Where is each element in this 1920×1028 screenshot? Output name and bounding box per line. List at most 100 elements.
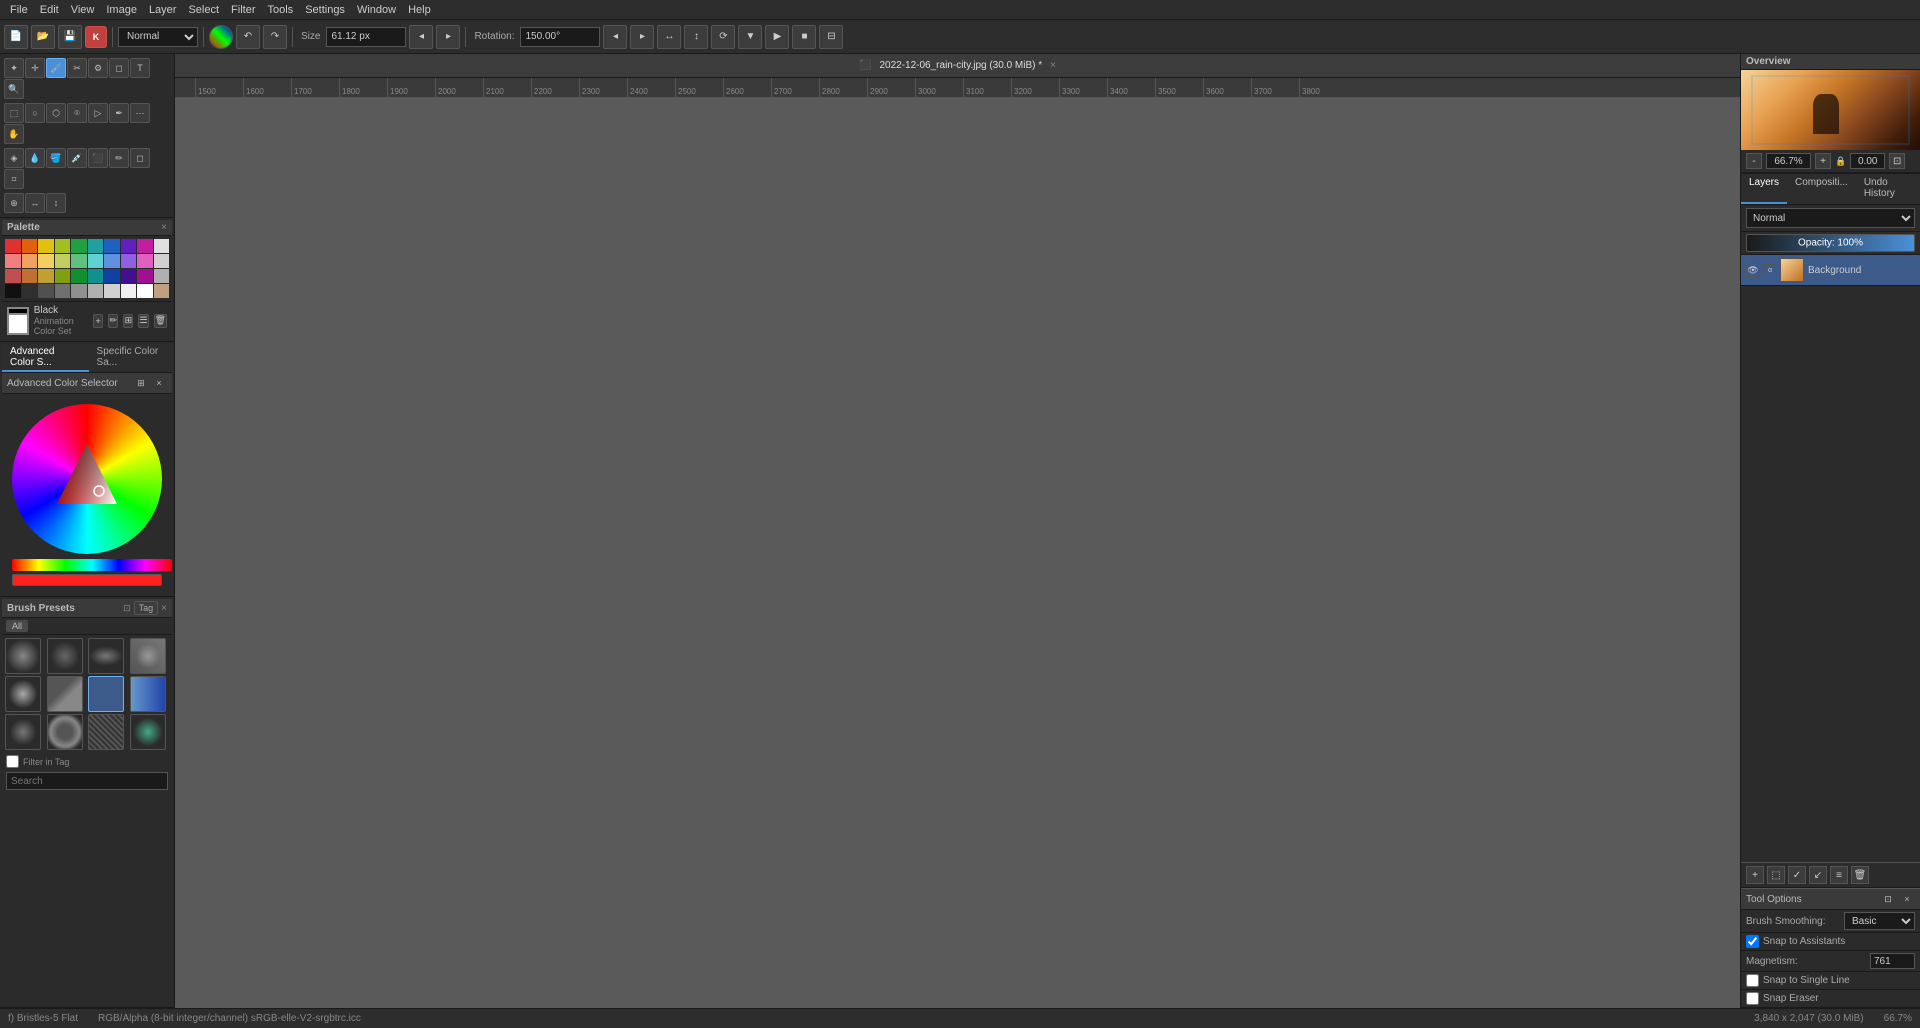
palette-swatch[interactable] <box>5 254 21 268</box>
zoom-tool[interactable]: 🔍 <box>4 79 24 99</box>
filter-in-tag-checkbox[interactable] <box>6 755 19 768</box>
menu-file[interactable]: File <box>4 0 34 19</box>
move-tool[interactable]: ✛ <box>25 58 45 78</box>
brush-item-7[interactable] <box>88 676 124 712</box>
brush-item-2[interactable] <box>47 638 83 674</box>
magnetism-input[interactable] <box>1870 953 1915 969</box>
palette-swatch[interactable] <box>38 239 54 253</box>
transform-tool[interactable]: ✦ <box>4 58 24 78</box>
brush-item-4[interactable] <box>130 638 166 674</box>
layers-tab[interactable]: Layers <box>1741 174 1787 204</box>
brush-item-6[interactable] <box>47 676 83 712</box>
undo-btn[interactable]: ↶ <box>236 25 260 49</box>
palette-swatch[interactable] <box>104 269 120 283</box>
brush-presets-close[interactable]: × <box>161 603 167 614</box>
brush-filter-all-tag[interactable]: All <box>6 620 28 632</box>
brush-item-12[interactable] <box>130 714 166 750</box>
menu-tools[interactable]: Tools <box>262 0 300 19</box>
select-rect-tool[interactable]: ⬚ <box>4 103 24 123</box>
palette-swatch[interactable] <box>121 254 137 268</box>
palette-swatch[interactable] <box>154 269 170 283</box>
frame-btn[interactable]: ⊟ <box>819 25 843 49</box>
palette-swatch[interactable] <box>154 239 170 253</box>
tool-options-expand-btn[interactable]: ⊡ <box>1880 891 1896 907</box>
palette-swatch[interactable] <box>38 284 54 298</box>
shape-tool[interactable]: ◻ <box>109 58 129 78</box>
select-poly-tool[interactable]: ⬡ <box>46 103 66 123</box>
adv-color-close-btn[interactable]: × <box>151 375 167 391</box>
adv-color-options-btn[interactable]: ⊞ <box>133 375 149 391</box>
new-document-btn[interactable]: 📄 <box>4 25 28 49</box>
multi-brush-tool[interactable]: ⋯ <box>130 103 150 123</box>
brush-item-5[interactable] <box>5 676 41 712</box>
palette-swatch[interactable] <box>5 239 21 253</box>
canvas-close-btn[interactable]: ⬛ <box>859 60 871 71</box>
menu-image[interactable]: Image <box>100 0 143 19</box>
brush-item-11[interactable] <box>88 714 124 750</box>
select-ellipse-tool[interactable]: ○ <box>25 103 45 123</box>
palette-swatch[interactable] <box>137 239 153 253</box>
menu-settings[interactable]: Settings <box>299 0 351 19</box>
measure-tool[interactable]: ↔ <box>25 193 45 213</box>
layer-blend-mode[interactable]: Normal Multiply Screen Overlay <box>1746 208 1915 228</box>
redo-btn[interactable]: ↷ <box>263 25 287 49</box>
brush-smoothing-select[interactable]: Basic None Weighted Stabilizer <box>1844 912 1915 930</box>
palette-swatch[interactable] <box>88 254 104 268</box>
palette-swatch[interactable] <box>55 269 71 283</box>
calligraphy-tool[interactable]: ✒ <box>109 103 129 123</box>
align-btn[interactable]: ▼ <box>738 25 762 49</box>
snap-single-line-checkbox[interactable] <box>1746 974 1759 987</box>
delete-layer-btn[interactable]: 🗑 <box>1851 866 1869 884</box>
pencil-tool[interactable]: ✏ <box>109 148 129 168</box>
eraser-tool[interactable]: ◻ <box>130 148 150 168</box>
magnetic-sel-tool[interactable]: ↕ <box>46 193 66 213</box>
add-color-btn[interactable]: + <box>93 314 103 328</box>
add-layer-btn[interactable]: + <box>1746 866 1764 884</box>
palette-swatch[interactable] <box>121 269 137 283</box>
layer-alpha-lock[interactable]: α <box>1764 264 1776 276</box>
eyedropper-tool[interactable]: 💉 <box>67 148 87 168</box>
enclose-fill-tool[interactable]: 🪣 <box>46 148 66 168</box>
layer-visibility-toggle[interactable]: 👁 <box>1746 263 1760 277</box>
menu-select[interactable]: Select <box>182 0 225 19</box>
palette-swatch[interactable] <box>71 269 87 283</box>
palette-swatch[interactable] <box>88 269 104 283</box>
palette-swatch[interactable] <box>154 254 170 268</box>
saturation-slider[interactable] <box>12 574 162 586</box>
brush-tool[interactable]: 🖌 <box>46 58 66 78</box>
palette-swatch[interactable] <box>104 284 120 298</box>
palette-close[interactable]: × <box>161 222 167 233</box>
delete-color-btn[interactable]: 🗑 <box>154 314 167 328</box>
menu-edit[interactable]: Edit <box>34 0 65 19</box>
brush-item-8[interactable] <box>130 676 166 712</box>
palette-swatch[interactable] <box>71 284 87 298</box>
brush-search-input[interactable] <box>6 772 168 790</box>
rotation-input-overview[interactable] <box>1850 153 1885 169</box>
color-wheel-ring[interactable] <box>12 404 162 554</box>
palette-swatch[interactable] <box>38 254 54 268</box>
palette-swatch[interactable] <box>5 284 21 298</box>
open-btn[interactable]: 📂 <box>31 25 55 49</box>
gradient-tool[interactable]: ◈ <box>4 148 24 168</box>
zoom-dec-btn[interactable]: - <box>1746 153 1762 169</box>
palette-swatch[interactable] <box>137 284 153 298</box>
brush-item-3[interactable] <box>88 638 124 674</box>
palette-swatch[interactable] <box>137 269 153 283</box>
save-btn[interactable]: 💾 <box>58 25 82 49</box>
layer-item-background[interactable]: 👁 α Background <box>1741 255 1920 286</box>
assistant-tool[interactable]: ⊕ <box>4 193 24 213</box>
palette-swatch[interactable] <box>137 254 153 268</box>
rotation-dec[interactable]: ◂ <box>603 25 627 49</box>
brush-item-9[interactable] <box>5 714 41 750</box>
tool-options-close-btn[interactable]: × <box>1899 891 1915 907</box>
blend-mode-toolbar[interactable]: Normal Multiply Screen <box>118 27 198 47</box>
text-tool[interactable]: T <box>130 58 150 78</box>
compositing-tab[interactable]: Compositi... <box>1787 174 1856 204</box>
palette-swatch[interactable] <box>22 239 38 253</box>
brush-item-10[interactable] <box>47 714 83 750</box>
merge-layer-btn[interactable]: ✓ <box>1788 866 1806 884</box>
color-select-btn[interactable] <box>209 25 233 49</box>
mirror-h-btn[interactable]: ↔ <box>657 25 681 49</box>
brush-filter-btn[interactable]: ⊡ <box>123 603 131 614</box>
color-grid-btn[interactable]: ⊞ <box>123 314 133 328</box>
